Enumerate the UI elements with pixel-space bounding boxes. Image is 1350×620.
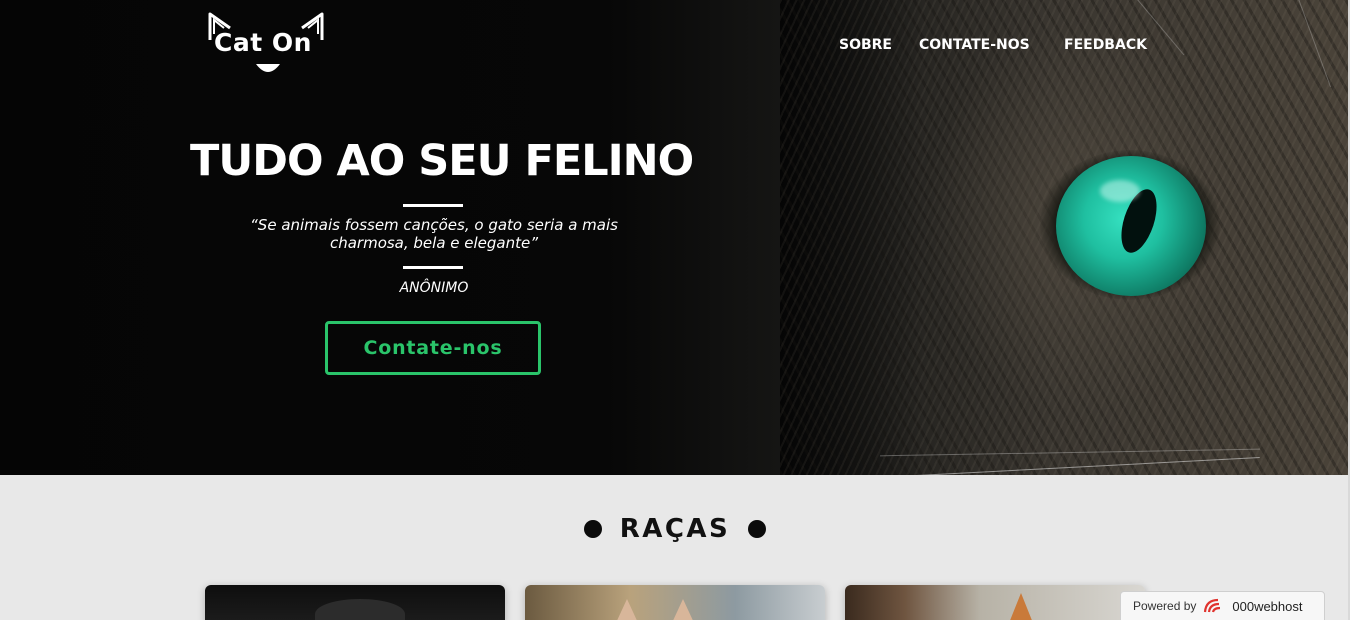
breed-card[interactable] [525, 585, 825, 620]
logo[interactable]: Cat On [204, 10, 328, 80]
cat-photo [1009, 593, 1033, 620]
hero-quote: “Se animais fossem canções, o gato seria… [250, 216, 618, 252]
divider [403, 204, 463, 207]
hero-title: TUDO AO SEU FELINO [190, 136, 694, 186]
cat-photo [615, 599, 639, 620]
contact-button[interactable]: Contate-nos [325, 321, 541, 375]
powered-by-badge[interactable]: Powered by 000webhost [1120, 591, 1325, 620]
hero-banner [0, 0, 1350, 475]
breed-card[interactable] [205, 585, 505, 620]
section-title-text: RAÇAS [619, 514, 731, 544]
bullet-dot-icon [748, 520, 767, 538]
cat-photo [671, 599, 695, 620]
section-title: RAÇAS [580, 511, 770, 547]
quote-author: ANÔNIMO [399, 280, 469, 296]
nav-link-contate-nos[interactable]: CONTATE-NOS [919, 37, 1030, 53]
nav-link-feedback[interactable]: FEEDBACK [1064, 37, 1147, 53]
badge-prefix: Powered by [1133, 599, 1197, 613]
bullet-dot-icon [583, 520, 602, 538]
webhost-logo-icon [1204, 598, 1221, 613]
nav-link-sobre[interactable]: SOBRE [839, 37, 892, 53]
breed-card[interactable] [845, 585, 1145, 620]
logo-text: Cat On [214, 28, 312, 57]
badge-brand: 000webhost [1232, 598, 1303, 614]
divider [403, 266, 463, 269]
cat-eye [1040, 150, 1220, 300]
cat-photo [315, 599, 405, 620]
